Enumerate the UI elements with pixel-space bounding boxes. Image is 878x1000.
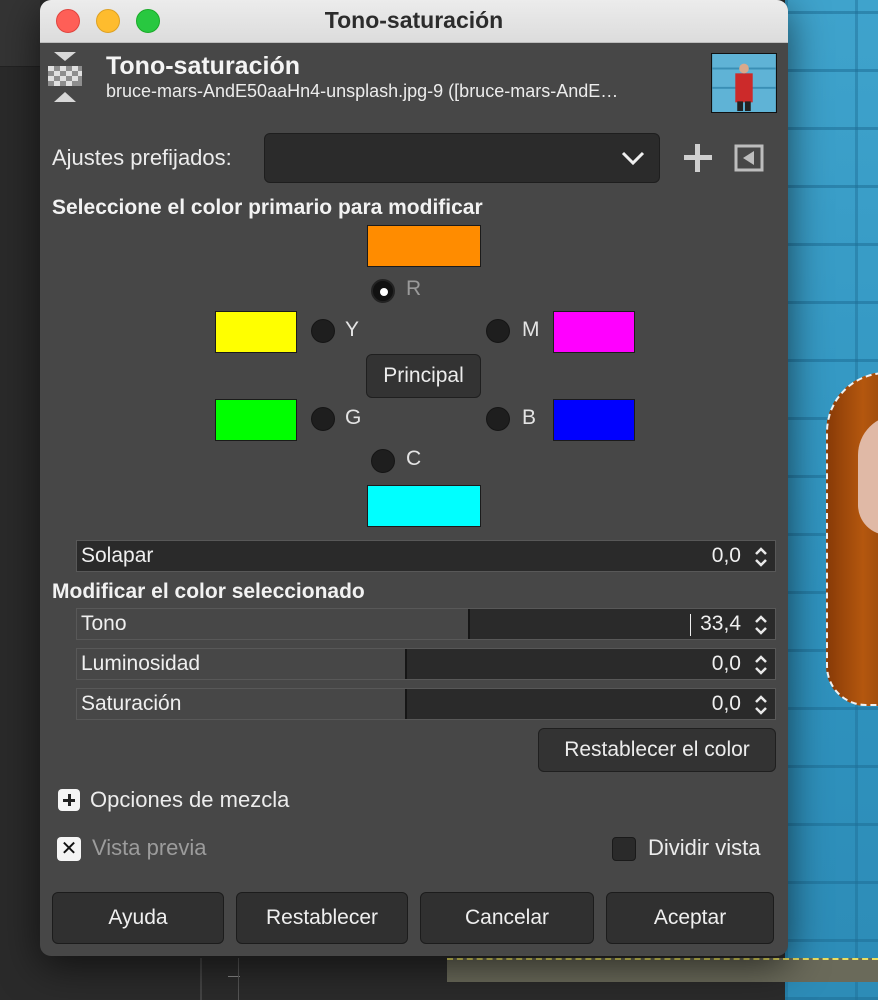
title-bar[interactable]: Tono-saturación <box>40 0 788 43</box>
presets-dropdown[interactable] <box>264 133 660 183</box>
canvas-selection-edge <box>447 958 878 982</box>
window-title: Tono-saturación <box>324 7 504 33</box>
canvas-toolbar-band <box>0 0 40 67</box>
canvas-left-panel <box>0 0 40 1000</box>
ruler-line <box>238 958 239 1000</box>
canvas-selection-region <box>826 372 878 706</box>
canvas-ruler <box>200 958 202 1000</box>
chevron-down-icon <box>621 151 645 166</box>
